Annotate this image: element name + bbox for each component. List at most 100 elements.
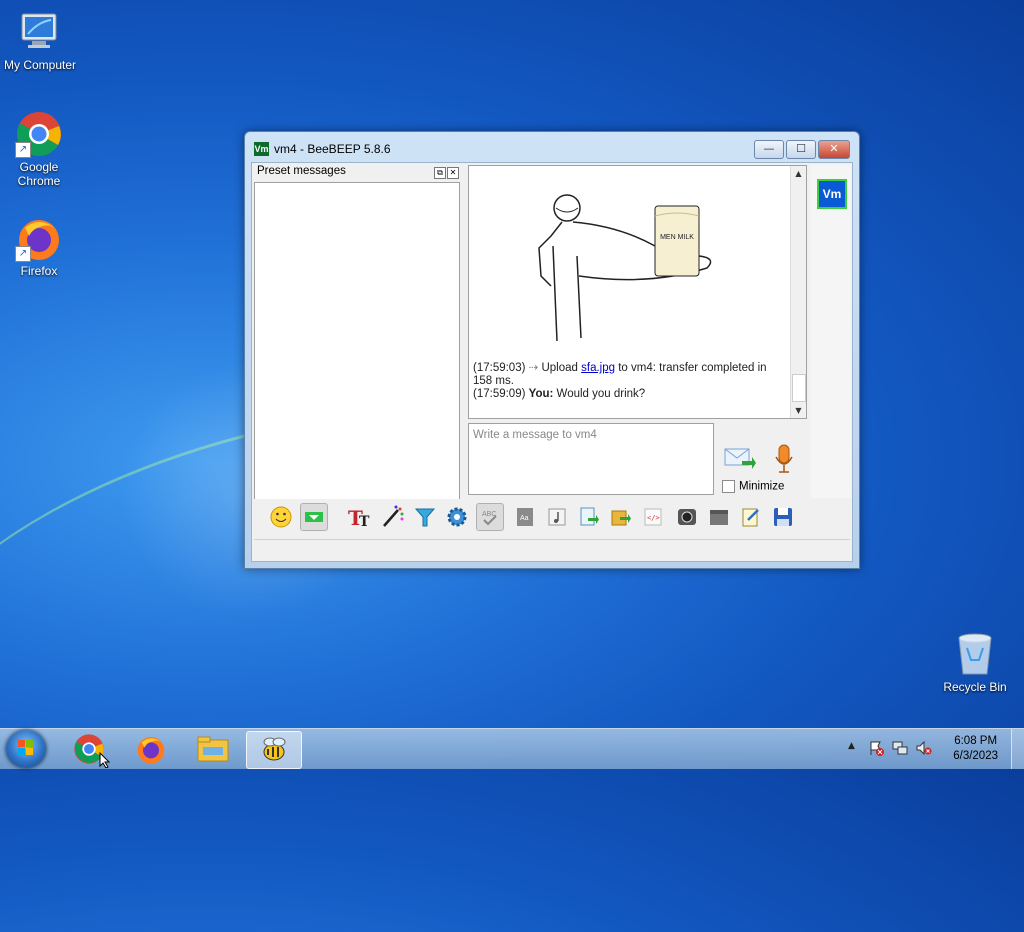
firefox-icon [137,737,165,764]
window-client-area: Preset messages ⧉ ✕ MEN MILK (17:59:03) … [251,162,853,562]
shortcut-arrow-icon: ↗ [15,142,31,158]
spellcheck-button[interactable]: ABC [476,503,504,531]
send-folder-button[interactable] [608,504,634,530]
beebeep-icon [263,737,286,761]
filter-button[interactable] [412,504,438,530]
desktop-icon-firefox[interactable]: ↗ Firefox [0,214,79,278]
svg-text:Aa: Aa [520,515,529,522]
windows-logo-icon [18,740,33,755]
clock-date: 6/3/2023 [953,750,998,762]
desktop-icon-chrome[interactable]: ↗ Google Chrome [0,110,79,188]
message-time: (17:59:03) [473,362,526,374]
close-button[interactable]: ✕ [818,140,850,159]
image-caption: MEN MILK [660,234,694,241]
preset-messages-panel: Preset messages ⧉ ✕ [254,165,460,500]
show-hidden-icons-icon[interactable]: ▲ [848,741,855,751]
preset-messages-icon [305,512,323,522]
code-button[interactable]: </> [640,504,666,530]
title-bar[interactable]: Vm vm4 - BeeBEEP 5.8.6 — ☐ ✕ [245,132,859,164]
show-desktop-button[interactable] [1011,729,1024,769]
taskbar-firefox[interactable] [124,731,178,767]
sound-button[interactable] [544,504,570,530]
notes-icon [742,508,759,527]
minimize-checkbox-row[interactable]: Minimize [722,480,784,493]
chat-scrollbar[interactable]: ▲ ▼ [790,166,806,418]
screenshot-icon [678,509,696,525]
explorer-icon [197,736,229,762]
message-text: Would you drink? [556,388,646,400]
system-clock[interactable]: 6:08 PM 6/3/2023 [953,734,998,764]
chat-line-message: (17:59:09) You: Would you drink? [473,388,785,401]
save-icon [774,508,792,526]
emoticon-button[interactable] [268,504,294,530]
mouse-cursor-icon [99,752,111,768]
preset-messages-button[interactable] [300,503,328,531]
scroll-thumb[interactable] [792,374,806,402]
desktop-icon-recycle-bin[interactable]: Recycle Bin [935,630,1015,694]
scroll-up-icon[interactable]: ▲ [791,166,806,181]
user-avatar[interactable]: Vm [817,179,847,209]
send-file-button[interactable] [576,504,602,530]
clear-icon [710,510,728,525]
start-button[interactable] [6,730,46,768]
filter-icon [414,508,436,527]
preset-messages-list[interactable] [254,182,460,500]
message-sender: You: [528,388,554,400]
dictionary-button[interactable]: Aa [512,504,538,530]
minimize-checkbox[interactable] [722,480,735,493]
user-panel: Vm [811,165,851,498]
shared-image: MEN MILK [538,194,712,342]
scroll-down-icon[interactable]: ▼ [791,403,806,418]
computer-icon [16,8,64,56]
desktop-icon-label: My Computer [3,58,77,72]
svg-text:</>: </> [647,514,660,522]
taskbar: ▲ 6:08 PM 6/3/2023 [0,728,1024,769]
chrome-icon: ↗ [15,110,63,158]
maximize-button[interactable]: ☐ [786,140,816,159]
send-folder-icon [611,510,631,526]
color-picker-button[interactable] [380,504,406,530]
minimize-label: Minimize [739,480,785,493]
message-time: (17:59:09) [473,388,526,400]
action-center-flag-icon[interactable] [868,740,884,759]
minimize-button[interactable]: — [754,140,784,159]
chat-messages: (17:59:03) ⇢ Upload sfa.jpg to vm4: tran… [473,362,785,401]
send-icon [724,448,756,469]
message-input[interactable]: Write a message to vm4 [468,423,714,495]
network-icon[interactable] [892,740,908,759]
emoticon-icon [270,506,292,528]
save-button[interactable] [770,504,796,530]
clear-button[interactable] [706,504,732,530]
desktop-icon-label: Firefox [20,264,58,278]
desktop-icon-label: Recycle Bin [943,680,1007,694]
status-bar [254,539,850,560]
shortcut-arrow-icon: ↗ [15,246,31,262]
font-button[interactable]: TT [346,504,372,530]
system-tray: ▲ 6:08 PM 6/3/2023 [824,729,1024,769]
chat-line-upload: (17:59:03) ⇢ Upload sfa.jpg to vm4: tran… [473,362,785,388]
desktop-icon-my-computer[interactable]: My Computer [0,8,80,72]
settings-gear-icon [447,507,467,527]
chat-toolbar: TT ABC Aa </> [254,499,850,535]
code-icon: </> [644,508,662,526]
volume-muted-icon[interactable] [916,740,932,759]
upload-icon: ⇢ [528,362,539,374]
chat-history[interactable]: MEN MILK (17:59:03) ⇢ Upload sfa.jpg to … [468,165,807,419]
screenshot-button[interactable] [674,504,700,530]
taskbar-beebeep[interactable] [246,731,302,769]
send-button[interactable] [724,445,756,473]
voice-message-button[interactable] [772,443,796,475]
notes-button[interactable] [738,504,764,530]
window-title: vm4 - BeeBEEP 5.8.6 [274,142,391,156]
desktop-icon-label: Google Chrome [17,160,61,188]
float-panel-icon[interactable]: ⧉ [434,167,446,179]
file-link[interactable]: sfa.jpg [581,362,615,374]
taskbar-explorer[interactable] [186,731,240,767]
recycle-bin-icon [951,630,999,678]
settings-button[interactable] [444,504,470,530]
color-picker-icon [383,505,404,527]
close-panel-icon[interactable]: ✕ [447,167,459,179]
font-icon: TT [348,506,370,529]
svg-text:T: T [359,514,370,529]
beebeep-chat-window[interactable]: Vm vm4 - BeeBEEP 5.8.6 — ☐ ✕ Preset mess… [244,131,860,569]
